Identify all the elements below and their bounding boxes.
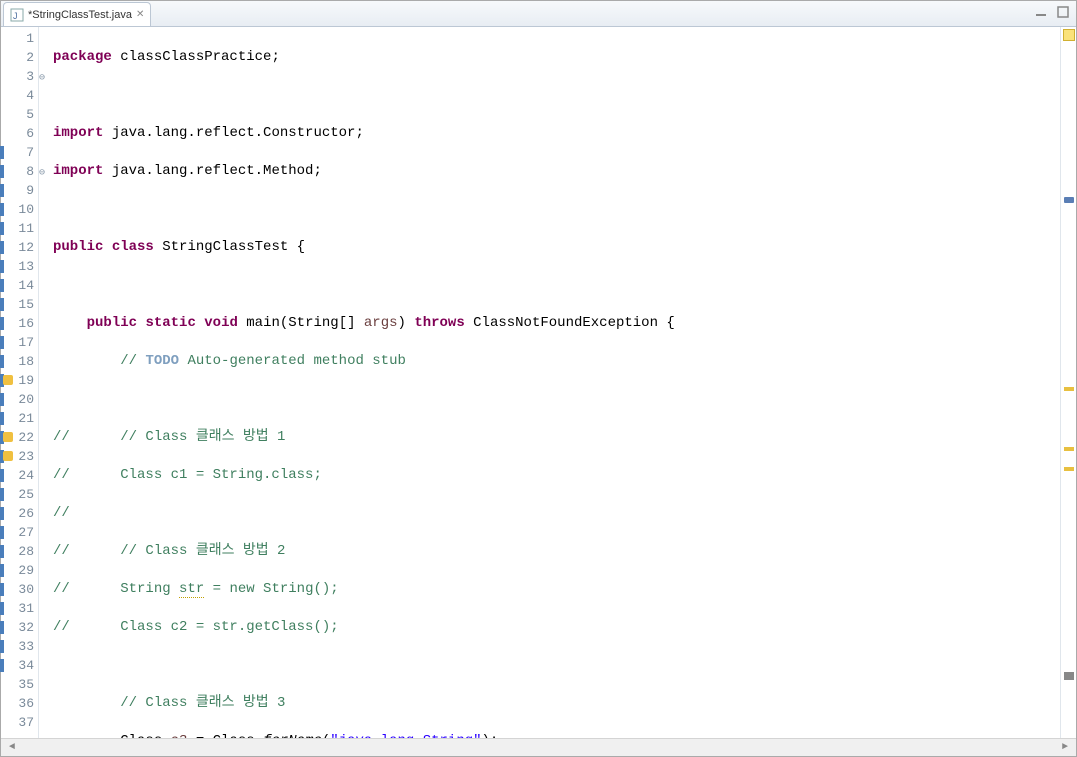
line-number: 34 [1, 656, 34, 675]
line-number-gutter[interactable]: 1 2 3 4 5 6 7 8 9 10 11 12 13 14 15 16 1… [1, 27, 39, 738]
line-number: 24 [1, 466, 34, 485]
code-editor[interactable]: package classClassPractice; import java.… [39, 27, 1060, 738]
line-number: 26 [1, 504, 34, 523]
line-number: 20 [1, 390, 34, 409]
overview-mark-warn-icon[interactable] [1064, 447, 1074, 451]
svg-text:J: J [13, 11, 18, 21]
line-number: 37 [1, 713, 34, 732]
overview-ruler[interactable] [1060, 27, 1076, 738]
maximize-icon[interactable] [1056, 5, 1070, 19]
minimize-icon[interactable] [1034, 5, 1048, 19]
line-number: 9 [1, 181, 34, 200]
line-number: 29 [1, 561, 34, 580]
line-number: 13 [1, 257, 34, 276]
line-number: 32 [1, 618, 34, 637]
java-file-icon: J [10, 8, 24, 22]
problems-indicator-icon[interactable] [1063, 29, 1075, 41]
line-number: 36 [1, 694, 34, 713]
line-number: 12 [1, 238, 34, 257]
line-number: 33 [1, 637, 34, 656]
line-number: 21 [1, 409, 34, 428]
overview-mark-warn-icon[interactable] [1064, 467, 1074, 471]
line-number: 14 [1, 276, 34, 295]
line-number: 5 [1, 105, 34, 124]
line-number: 18 [1, 352, 34, 371]
tab-bar: J *StringClassTest.java ✕ [1, 1, 1076, 27]
horizontal-scrollbar[interactable]: ◄ ► [1, 738, 1076, 756]
tab-controls [1034, 5, 1070, 19]
line-number: 31 [1, 599, 34, 618]
editor-area: 1 2 3 4 5 6 7 8 9 10 11 12 13 14 15 16 1… [1, 27, 1076, 738]
line-number: 35 [1, 675, 34, 694]
line-number: 2 [1, 48, 34, 67]
line-number: 27 [1, 523, 34, 542]
line-number: 3 [1, 67, 34, 86]
line-number: 11 [1, 219, 34, 238]
scroll-left-icon[interactable]: ◄ [5, 742, 19, 753]
line-number: 4 [1, 86, 34, 105]
overview-mark-info-icon[interactable] [1064, 197, 1074, 203]
line-number: 15 [1, 295, 34, 314]
line-number: 10 [1, 200, 34, 219]
line-number: 16 [1, 314, 34, 333]
tab-title: *StringClassTest.java [28, 9, 132, 21]
line-number: 19 [1, 371, 34, 390]
overview-mark-warn-icon[interactable] [1064, 387, 1074, 391]
editor-tab[interactable]: J *StringClassTest.java ✕ [3, 2, 151, 26]
line-number: 28 [1, 542, 34, 561]
line-number: 23 [1, 447, 34, 466]
line-number: 25 [1, 485, 34, 504]
line-number: 22 [1, 428, 34, 447]
line-number: 8 [1, 162, 34, 181]
close-icon[interactable]: ✕ [136, 9, 144, 20]
line-number: 1 [1, 29, 34, 48]
line-number: 30 [1, 580, 34, 599]
overview-mark-cursor-icon[interactable] [1064, 672, 1074, 680]
line-number: 6 [1, 124, 34, 143]
line-number: 7 [1, 143, 34, 162]
line-number: 17 [1, 333, 34, 352]
scroll-right-icon[interactable]: ► [1058, 742, 1072, 753]
